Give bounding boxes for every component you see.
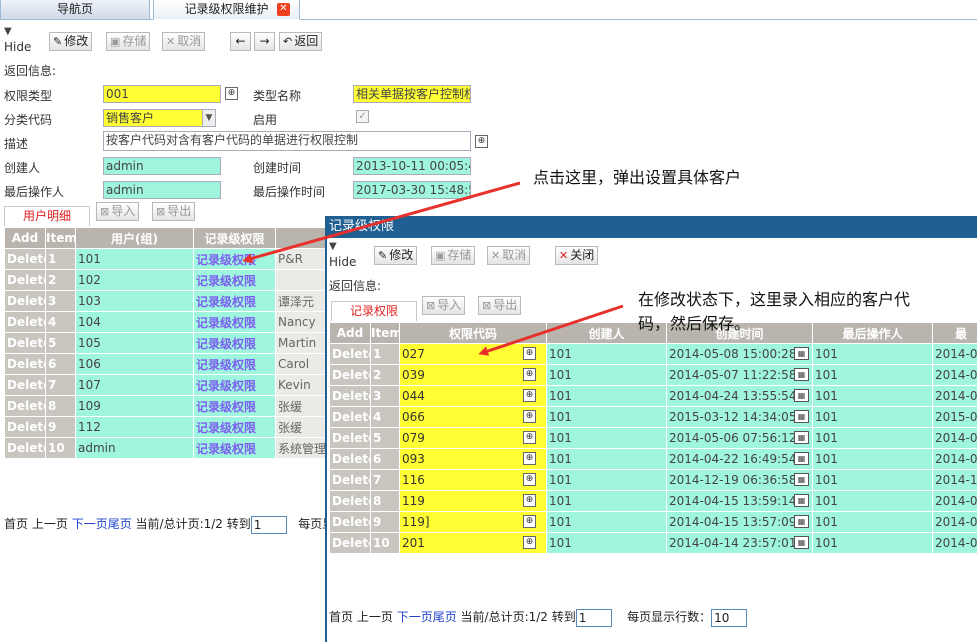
annotation-arrow-2 (478, 304, 624, 356)
annotation-arrow-1 (242, 181, 521, 264)
annotation-arrows (242, 181, 624, 356)
